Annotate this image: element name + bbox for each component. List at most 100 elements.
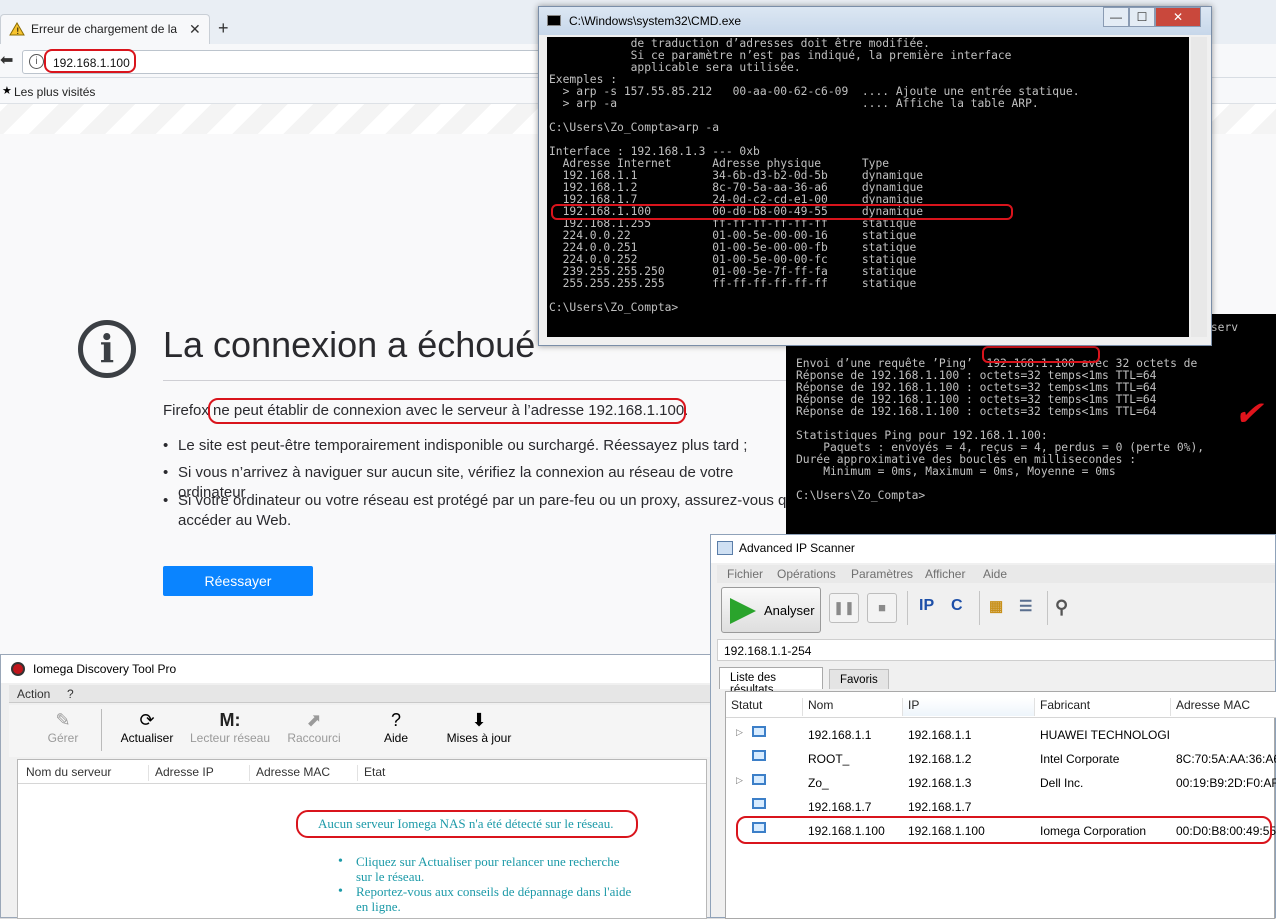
ping-output: s réserv C:\Users\Zo_Compta>ping 192.168… [796, 321, 1239, 502]
ip-subnet-icon[interactable]: IP [919, 597, 934, 615]
svg-text:!: ! [16, 27, 20, 36]
col-state[interactable]: Etat [357, 765, 385, 781]
expand-tree-icon[interactable]: ▦ [989, 597, 1003, 615]
toolbar-divider [907, 591, 908, 625]
cmd-output: de traduction d’adresses doit être modif… [549, 37, 1080, 314]
results-grid: Statut Nom IP Fabricant Adresse MAC ▷ 19… [725, 691, 1276, 919]
bookmark-icon: ★ [2, 85, 12, 97]
gerer-button[interactable]: ✎ Gérer [43, 709, 83, 745]
error-lead: Firefox ne peut établir de connexion ave… [163, 402, 689, 419]
bookmark-most-visited[interactable]: Les plus visités [14, 85, 95, 99]
computer-icon [752, 726, 766, 737]
iomega-menubar: Action ? [9, 685, 713, 703]
ip-range-input[interactable]: 192.168.1.1-254 [717, 639, 1275, 661]
error-title: La connexion a échoué [163, 324, 536, 365]
cmd-title: C:\Windows\system32\CMD.exe [569, 14, 742, 28]
cmd-window: C:\Windows\system32\CMD.exe — ☐ ✕ de tra… [538, 6, 1212, 346]
col-status[interactable]: Statut [726, 698, 762, 716]
url-value: 192.168.1.100 [53, 56, 130, 70]
class-c-icon[interactable]: C [951, 597, 963, 615]
col-mac[interactable]: Adresse MAC [1170, 698, 1250, 716]
col-manufacturer[interactable]: Fabricant [1034, 698, 1090, 716]
expand-arrow-icon[interactable]: ▷ [736, 727, 743, 738]
table-row[interactable]: 192.168.1.7 192.168.1.7 [726, 794, 1276, 818]
url-bar[interactable]: i 192.168.1.100 [22, 50, 542, 74]
update-icon: ⬇ [471, 710, 487, 730]
info-circle-icon: i [78, 320, 136, 378]
analyse-label: Analyser [764, 603, 815, 618]
menu-aide[interactable]: Aide [983, 567, 1007, 581]
raccourci-button[interactable]: ⬈ Raccourci [281, 709, 347, 745]
maximize-icon[interactable]: ☐ [1129, 7, 1155, 27]
info-icon[interactable]: i [29, 54, 44, 69]
menu-parametres[interactable]: Paramètres [851, 567, 913, 581]
computer-icon [752, 822, 766, 833]
close-tab-icon[interactable]: ✕ [189, 21, 201, 38]
menu-operations[interactable]: Opérations [777, 567, 836, 581]
hint-refresh: Cliquez sur Actualiser pour relancer une… [338, 854, 638, 884]
iomega-title: Iomega Discovery Tool Pro [33, 662, 177, 676]
lecteur-reseau-button[interactable]: M: Lecteur réseau [189, 709, 271, 745]
browser-tab[interactable]: ! Erreur de chargement de la p ✕ [0, 14, 210, 44]
analyse-button[interactable]: Analyser [721, 587, 821, 633]
scanner-title: Advanced IP Scanner [739, 541, 855, 555]
computer-icon [752, 774, 766, 785]
back-arrow-icon[interactable]: ⬅ [0, 50, 22, 72]
iomega-titlebar: Iomega Discovery Tool Pro [1, 655, 713, 683]
results-header: Statut Nom IP Fabricant Adresse MAC [726, 692, 1276, 718]
new-tab-icon[interactable]: + [218, 18, 229, 39]
stop-icon[interactable]: ■ [867, 593, 897, 623]
col-server-name[interactable]: Nom du serveur [20, 765, 111, 781]
pause-icon[interactable]: ❚❚ [829, 593, 859, 623]
ip-scanner-window: Advanced IP Scanner Fichier Opérations P… [710, 534, 1276, 919]
tab-favorites[interactable]: Favoris [829, 669, 889, 689]
hint-troubleshoot: Reportez-vous aux conseils de dépannage … [338, 884, 638, 914]
shortcut-icon: ⬈ [306, 710, 322, 730]
table-row-selected[interactable]: 192.168.1.100 192.168.1.100 Iomega Corpo… [726, 818, 1276, 842]
iomega-server-list: Nom du serveur Adresse IP Adresse MAC Et… [17, 759, 707, 919]
scanner-toolbar: Analyser ❚❚ ■ IP C ▦ ☰ ⚲ [717, 585, 1275, 635]
actualiser-button[interactable]: ⟳ Actualiser [117, 709, 177, 745]
menu-afficher[interactable]: Afficher [925, 567, 965, 581]
menu-help[interactable]: ? [67, 687, 74, 701]
col-ip[interactable]: Adresse IP [148, 765, 214, 781]
table-row[interactable]: ROOT_ 192.168.1.2 Intel Corporate 8C:70:… [726, 746, 1276, 770]
computer-icon [752, 798, 766, 809]
expand-arrow-icon[interactable]: ▷ [736, 775, 743, 786]
toolbar-divider [979, 591, 980, 625]
table-row[interactable]: ▷ Zo_ 192.168.1.3 Dell Inc. 00:19:B9:2D:… [726, 770, 1276, 794]
col-name[interactable]: Nom [802, 698, 833, 716]
no-server-message: Aucun serveur Iomega NAS n'a été détecté… [318, 816, 614, 831]
checkmark-icon: ✔ [1234, 395, 1263, 433]
iomega-window: Iomega Discovery Tool Pro Action ? ✎ Gér… [0, 654, 714, 919]
col-ip-sorted[interactable]: IP [902, 698, 1034, 716]
tab-title: Erreur de chargement de la p [31, 22, 181, 36]
refresh-icon: ⟳ [139, 710, 155, 730]
mises-a-jour-button[interactable]: ⬇ Mises à jour [443, 709, 515, 745]
cmd-body: de traduction d’adresses doit être modif… [547, 37, 1189, 337]
aide-button[interactable]: ? Aide [375, 709, 417, 745]
iomega-list-header: Nom du serveur Adresse IP Adresse MAC Et… [18, 760, 706, 784]
play-icon [730, 598, 756, 624]
cmd-titlebar: C:\Windows\system32\CMD.exe — ☐ ✕ [539, 7, 1211, 35]
table-row[interactable]: ▷ 192.168.1.1 192.168.1.1 HUAWEI TECHNOL… [726, 722, 1276, 746]
minimize-icon[interactable]: — [1103, 7, 1129, 27]
close-icon[interactable]: ✕ [1155, 7, 1201, 27]
computer-icon [752, 750, 766, 761]
search-icon[interactable]: ⚲ [1055, 597, 1068, 618]
manage-icon: ✎ [55, 710, 71, 730]
warning-icon: ! [9, 22, 25, 39]
iomega-logo-icon [11, 662, 25, 676]
col-mac[interactable]: Adresse MAC [249, 765, 330, 781]
menu-fichier[interactable]: Fichier [727, 567, 763, 581]
cmd-scrollbar[interactable] [1191, 37, 1207, 337]
network-drive-icon: M: [219, 710, 241, 730]
collapse-tree-icon[interactable]: ☰ [1019, 597, 1032, 615]
menu-action[interactable]: Action [17, 687, 50, 701]
help-icon: ? [390, 710, 401, 730]
ip-range-value: 192.168.1.1-254 [724, 644, 812, 658]
tab-results[interactable]: Liste des résultats [719, 667, 823, 696]
retry-button[interactable]: Réessayer [163, 566, 313, 596]
divider [163, 380, 793, 381]
error-bullet: Le site est peut-être temporairement ind… [163, 436, 803, 456]
